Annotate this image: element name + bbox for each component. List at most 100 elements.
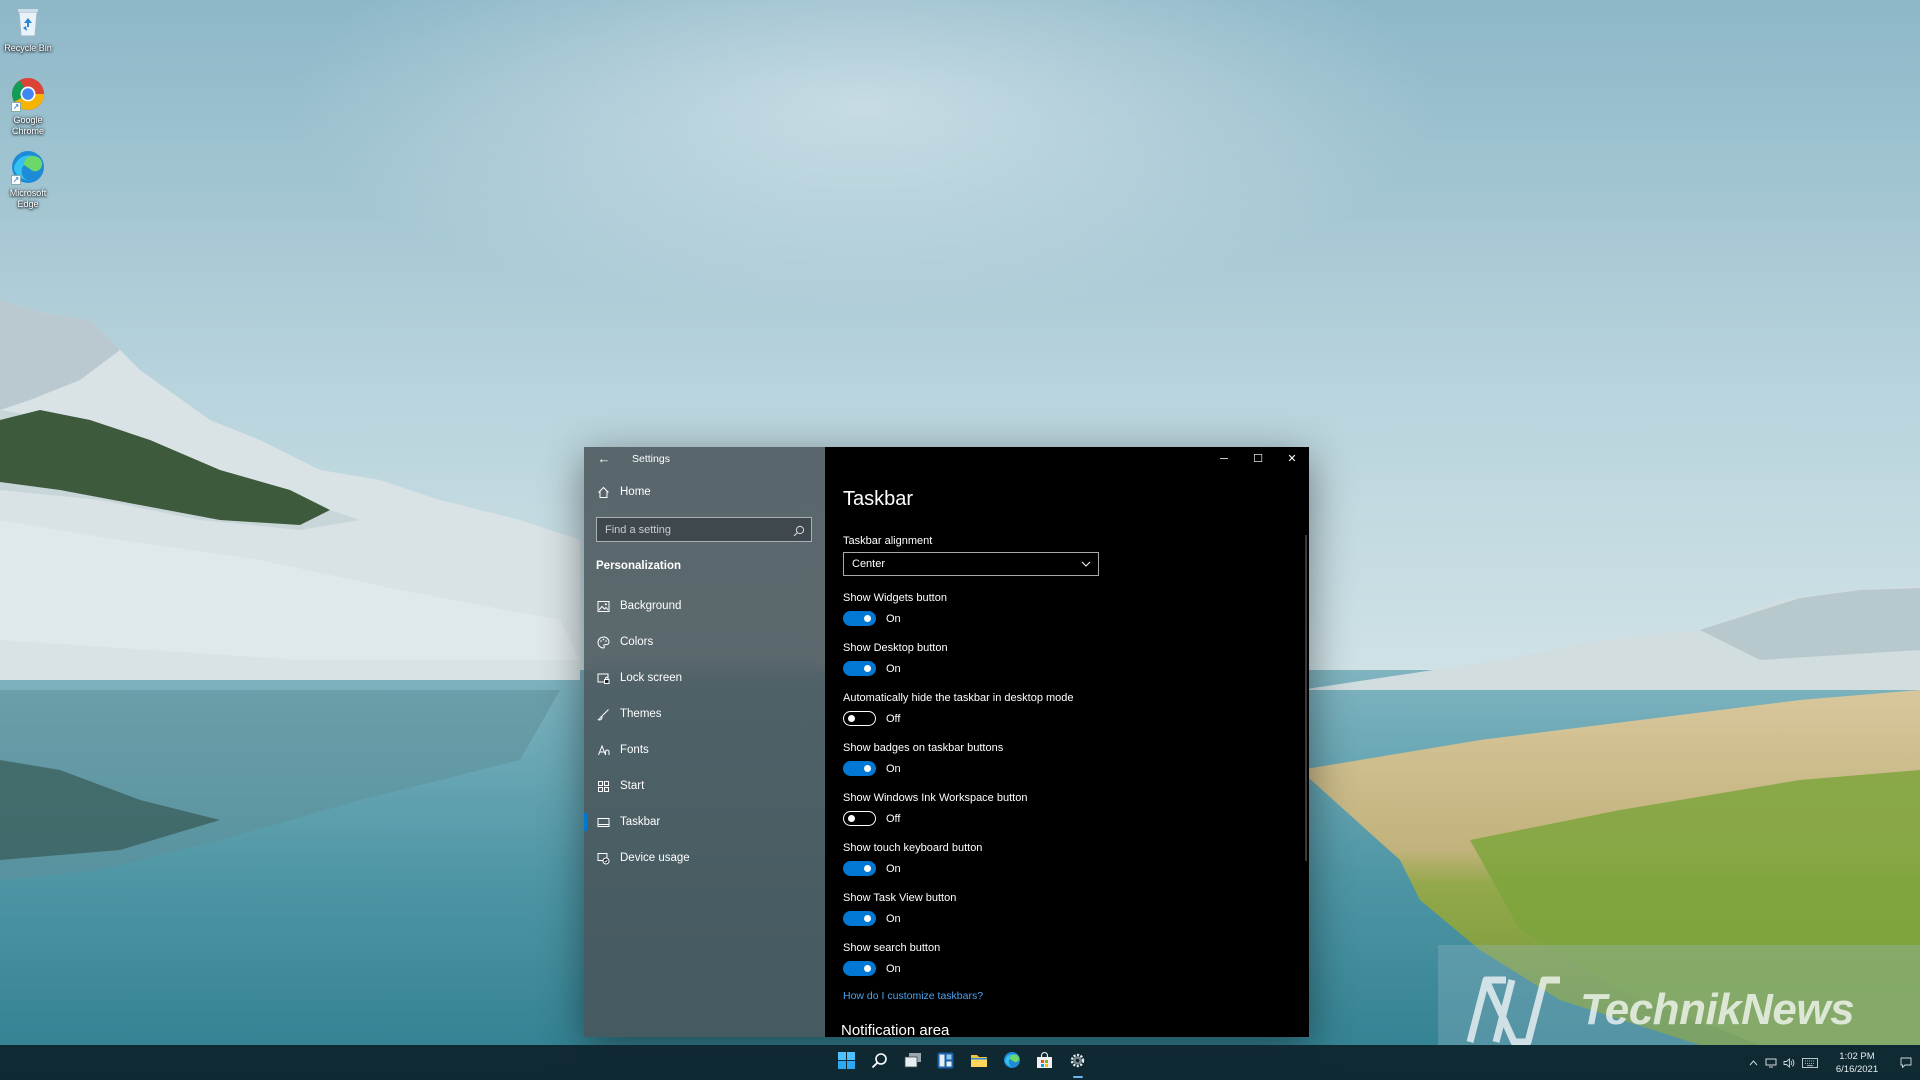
close-button[interactable]: ✕ — [1275, 447, 1309, 470]
sidebar-item-fonts[interactable]: Fonts — [584, 732, 825, 768]
lock-screen-icon — [596, 671, 610, 685]
setting-touch-keyboard: Show touch keyboard button On — [843, 842, 1263, 876]
setting-auto-hide-taskbar: Automatically hide the taskbar in deskto… — [843, 692, 1263, 726]
search-input[interactable] — [605, 523, 793, 536]
toggle-knob — [864, 665, 871, 672]
settings-window: ← Settings Home Personalization Backgrou… — [584, 447, 1309, 1037]
ink-workspace-toggle[interactable] — [843, 811, 876, 826]
toggle-knob — [848, 814, 855, 822]
title-bar: ← Settings — [584, 447, 825, 470]
maximize-button[interactable]: ☐ — [1241, 447, 1275, 470]
scrollbar[interactable] — [1305, 535, 1307, 861]
toggle-state: On — [886, 762, 901, 775]
search-icon — [871, 1052, 888, 1074]
sidebar-item-device-usage[interactable]: Device usage — [584, 840, 825, 876]
desktop-icon-label: Microsoft Edge — [9, 188, 47, 209]
setting-label: Automatically hide the taskbar in deskto… — [843, 692, 1074, 704]
sidebar-item-label: Taskbar — [620, 816, 661, 828]
setting-label: Show Desktop button — [843, 642, 948, 654]
chrome-icon: ↗ — [10, 76, 46, 112]
desktop-icon-label: Recycle Bin — [4, 43, 52, 53]
home-icon — [596, 485, 610, 499]
taskbar-search-button[interactable] — [863, 1045, 896, 1080]
toggle-knob — [864, 965, 871, 972]
network-icon[interactable] — [1762, 1045, 1780, 1080]
taskbar-store-button[interactable] — [1028, 1045, 1061, 1080]
touch-keyboard-toggle[interactable] — [843, 861, 876, 876]
task-view-toggle[interactable] — [843, 911, 876, 926]
minimize-button[interactable]: ─ — [1207, 447, 1241, 470]
sidebar-item-themes[interactable]: Themes — [584, 696, 825, 732]
widgets-toggle[interactable] — [843, 611, 876, 626]
setting-label: Show badges on taskbar buttons — [843, 742, 1004, 754]
desktop-icon-google-chrome[interactable]: ↗ Google Chrome — [4, 76, 52, 137]
auto-hide-toggle[interactable] — [843, 711, 876, 726]
maximize-icon: ☐ — [1253, 453, 1263, 465]
setting-label: Show Task View button — [843, 892, 957, 904]
shortcut-arrow-icon: ↗ — [11, 175, 21, 185]
tray-chevron-up-icon[interactable] — [1744, 1045, 1762, 1080]
sidebar-item-lock-screen[interactable]: Lock screen — [584, 660, 825, 696]
sidebar-item-label: Background — [620, 600, 682, 612]
start-icon — [596, 779, 610, 793]
keyboard-icon[interactable] — [1798, 1045, 1822, 1080]
search-box[interactable] — [596, 517, 812, 542]
sidebar-item-start[interactable]: Start — [584, 768, 825, 804]
nav-section-heading: Personalization — [596, 560, 681, 572]
page-title: Taskbar — [843, 488, 914, 510]
device-usage-icon — [596, 851, 610, 865]
sidebar-item-background[interactable]: Background — [584, 588, 825, 624]
taskbar: 1:02 PM 6/16/2021 — [0, 1045, 1920, 1080]
sidebar-item-colors[interactable]: Colors — [584, 624, 825, 660]
clock-time: 1:02 PM — [1839, 1050, 1875, 1062]
sidebar-item-taskbar[interactable]: Taskbar — [584, 804, 825, 840]
desktop-icon-microsoft-edge[interactable]: ↗ Microsoft Edge — [4, 149, 52, 210]
taskbar-start-button[interactable] — [830, 1045, 863, 1080]
desktop-button-toggle[interactable] — [843, 661, 876, 676]
nav-home[interactable]: Home — [584, 475, 825, 509]
toggle-knob — [864, 615, 871, 622]
search-button-toggle[interactable] — [843, 961, 876, 976]
taskbar-apps — [830, 1045, 1094, 1080]
sidebar-item-label: Device usage — [620, 852, 690, 864]
watermark-logo-icon — [1462, 970, 1562, 1055]
setting-label: Show Widgets button — [843, 592, 947, 604]
alignment-label: Taskbar alignment — [843, 535, 933, 547]
setting-label: Show search button — [843, 942, 941, 954]
notification-center-icon[interactable] — [1892, 1045, 1920, 1080]
help-link[interactable]: How do I customize taskbars? — [843, 990, 1263, 1002]
toggle-knob — [848, 714, 855, 722]
settings-nav-pane: ← Settings Home Personalization Backgrou… — [584, 447, 825, 1037]
search-icon — [793, 524, 805, 536]
window-title: Settings — [632, 452, 670, 465]
taskbar-task-view-button[interactable] — [896, 1045, 929, 1080]
sidebar-item-label: Start — [620, 780, 645, 792]
window-controls: ─ ☐ ✕ — [1207, 447, 1309, 470]
sidebar-item-label: Colors — [620, 636, 654, 648]
palette-icon — [596, 635, 610, 649]
brush-icon — [596, 707, 610, 721]
setting-task-view: Show Task View button On — [843, 892, 1263, 926]
setting-search-button: Show search button On — [843, 942, 1263, 976]
sidebar-item-label: Lock screen — [620, 672, 683, 684]
sidebar-item-label: Fonts — [620, 744, 649, 756]
taskbar-clock[interactable]: 1:02 PM 6/16/2021 — [1822, 1050, 1892, 1076]
taskbar-widgets-button[interactable] — [929, 1045, 962, 1080]
volume-icon[interactable] — [1780, 1045, 1798, 1080]
toggle-state: On — [886, 912, 901, 925]
taskbar-settings-button[interactable] — [1061, 1045, 1094, 1080]
back-button[interactable]: ← — [595, 450, 613, 468]
badges-toggle[interactable] — [843, 761, 876, 776]
taskbar-alignment-dropdown[interactable]: Center — [843, 552, 1099, 576]
toggle-state: Off — [886, 712, 901, 725]
setting-badges: Show badges on taskbar buttons On — [843, 742, 1263, 776]
edge-icon — [1003, 1051, 1021, 1074]
taskbar-edge-button[interactable] — [995, 1045, 1028, 1080]
toggle-knob — [864, 915, 871, 922]
desktop-icon-recycle-bin[interactable]: Recycle Bin — [4, 4, 52, 54]
back-arrow-icon: ← — [597, 451, 611, 466]
taskbar-file-explorer-button[interactable] — [962, 1045, 995, 1080]
dropdown-value: Center — [852, 558, 886, 570]
setting-label: Show touch keyboard button — [843, 842, 983, 854]
setting-desktop-button: Show Desktop button On — [843, 642, 1263, 676]
